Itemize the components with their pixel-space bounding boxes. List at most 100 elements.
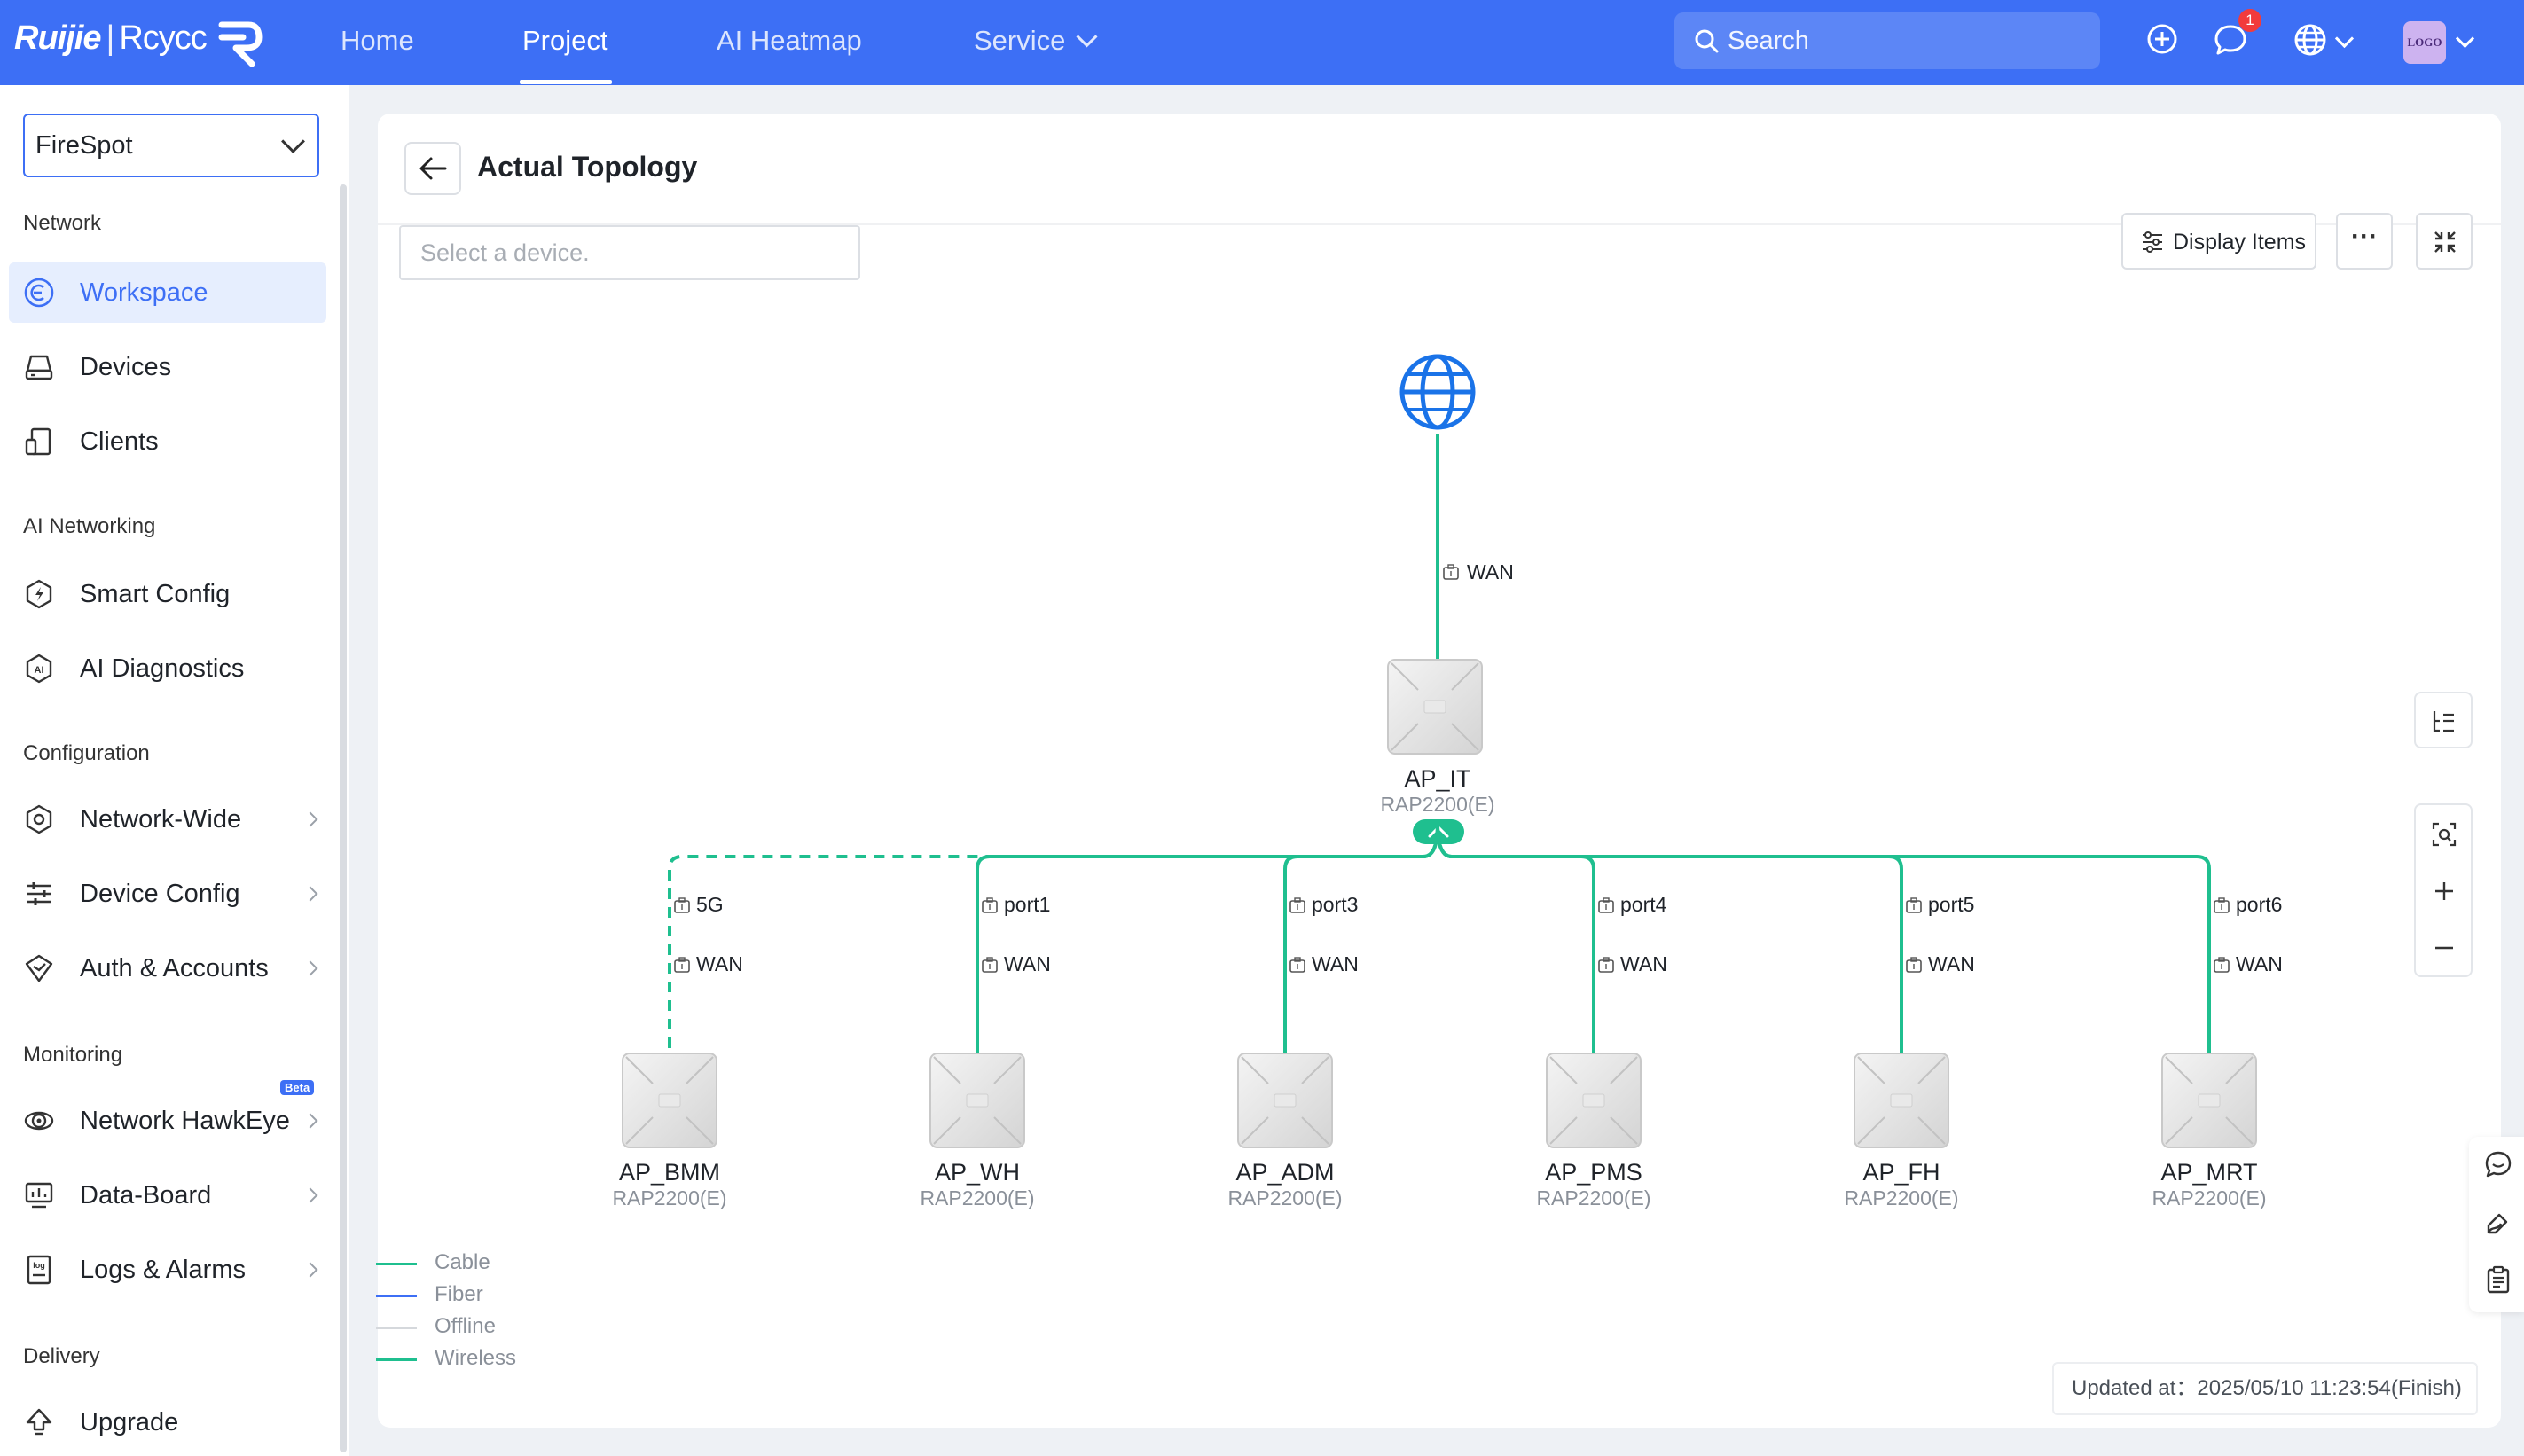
root-link-label: WAN [1467,560,1514,583]
uplink-label: port5 [1928,893,1974,916]
link-ap-wh [976,824,1439,1053]
nav-home[interactable]: Home [341,25,414,57]
ap-device-ap-adm[interactable] [1237,1053,1333,1148]
ap-device-ap-fh[interactable] [1854,1053,1949,1148]
section-title-ai-networking: AI Networking [23,514,156,538]
updated-at-label: Updated at： [2072,1376,2198,1400]
device-name: AP_MRT [2160,1159,2257,1186]
ap-device-ap-mrt[interactable] [2161,1053,2257,1148]
svg-text:AI: AI [35,665,44,676]
clipboard-icon[interactable] [2483,1264,2513,1295]
nav-service[interactable]: Service [974,25,1098,57]
clients-icon [25,427,51,456]
sidebar-item-logs-alarms[interactable]: log Logs & Alarms [9,1240,326,1300]
chevron-right-icon [302,811,318,827]
ap-device-ap-wh[interactable] [929,1053,1025,1148]
link-ap-bmm [668,824,1439,1053]
ap-device-ap-bmm[interactable] [622,1053,717,1148]
ap-device-ap-pms[interactable] [1546,1053,1642,1148]
port-icon [1289,957,1305,973]
chevron-down-icon [1076,26,1098,48]
port-icon [1598,897,1614,913]
updated-at-status: Updated at：2025/05/10 11:23:54(Finish) [2052,1362,2478,1415]
sidebar-item-auth-accounts[interactable]: Auth & Accounts [9,938,326,998]
workspace-icon [24,278,54,308]
device-model: RAP2200(E) [1227,1186,1342,1209]
internet-globe-icon[interactable] [1399,354,1476,430]
port-icon [982,897,998,913]
sidebar-item-workspace[interactable]: Workspace [9,262,326,323]
ap-device-ap-it[interactable] [1387,659,1483,755]
port-icon [1598,957,1614,973]
brand-logo[interactable]: Ruijie | Rcycc [14,20,208,58]
zoom-in-icon[interactable] [2433,880,2456,903]
avatar[interactable]: LOGO [2403,21,2446,64]
legend-wireless: Wireless [376,1346,517,1371]
sidebar-item-network-wide[interactable]: Network-Wide [9,789,326,849]
sidebar-item-label: AI Diagnostics [80,654,245,683]
chevron-right-icon [302,1262,318,1278]
topology-canvas[interactable]: WAN AP_IT RAP2200(E) 5G WAN port1 WAN port3 W… [378,114,2501,1428]
chevron-down-icon [2455,28,2475,49]
section-title-delivery: Delivery [23,1344,100,1368]
sidebar-item-label: Data-Board [80,1181,212,1209]
section-title-network: Network [23,211,102,235]
port-icon [1906,957,1922,973]
project-select[interactable]: FireSpot [23,114,319,177]
brand-separator: | [106,20,114,57]
project-select-value: FireSpot [35,131,133,160]
link-ap-mrt [1436,824,2211,1053]
ai-diagnostics-icon: AI [26,654,52,684]
add-circle-icon[interactable] [2144,21,2180,57]
uplink-label: port6 [2236,893,2282,916]
notification-badge: 1 [2238,9,2261,32]
sidebar-item-devices[interactable]: Devices [9,337,326,397]
sidebar-item-label: Workspace [80,278,208,307]
legend-offline: Offline [376,1314,496,1339]
device-model: RAP2200(E) [1536,1186,1650,1209]
nav-active-indicator [520,80,612,84]
chevron-down-icon [2334,28,2355,49]
uplink-label: 5G [696,893,724,916]
sidebar-item-label: Device Config [80,880,240,908]
language-globe-icon[interactable] [2292,21,2329,59]
chevron-down-icon [281,129,305,153]
link-ap-fh [1436,824,1903,1053]
chevron-right-icon [302,1113,318,1129]
sidebar-item-ai-diagnostics[interactable]: AI AI Diagnostics [9,638,326,699]
network-wide-icon [26,804,52,834]
sidebar-item-network-hawkeye[interactable]: Beta Network HawkEye [9,1080,326,1151]
legend-line [376,1263,417,1265]
sidebar-item-upgrade[interactable]: Upgrade [9,1392,326,1452]
sidebar-item-clients[interactable]: Clients [9,411,326,472]
sidebar-item-smart-config[interactable]: Smart Config [9,564,326,624]
zoom-out-icon[interactable] [2433,936,2456,959]
port-icon [674,897,690,913]
sidebar-item-data-board[interactable]: Data-Board [9,1165,326,1225]
uplink-label: port1 [1004,893,1050,916]
device-name: AP_BMM [619,1159,720,1186]
fit-view-icon[interactable] [2431,821,2457,848]
layout-tree-button[interactable] [2414,692,2473,748]
nav-ai-heatmap[interactable]: AI Heatmap [717,25,862,57]
device-model: RAP2200(E) [920,1186,1034,1209]
auth-accounts-icon [25,954,53,982]
chat-support-icon[interactable] [2483,1149,2513,1179]
legend-label: Wireless [435,1346,517,1370]
section-title-monitoring: Monitoring [23,1043,123,1067]
legend-label: Offline [435,1314,496,1338]
nav-project[interactable]: Project [522,25,607,57]
device-name: AP_ADM [1235,1159,1334,1186]
sidebar-scrollbar[interactable] [340,184,347,1452]
feedback-edit-icon[interactable] [2483,1208,2513,1238]
smart-config-icon [26,579,52,609]
legend-fiber: Fiber [376,1282,483,1307]
port-label: WAN [1004,952,1051,975]
sidebar-item-device-config[interactable]: Device Config [9,864,326,924]
search-icon [1695,29,1719,53]
brand-sub: Rcycc [119,20,207,57]
brand-name: Ruijie [14,20,101,57]
sidebar-item-label: Auth & Accounts [80,954,269,982]
sidebar-item-label: Clients [80,427,159,456]
search-input[interactable]: Search [1674,12,2100,69]
